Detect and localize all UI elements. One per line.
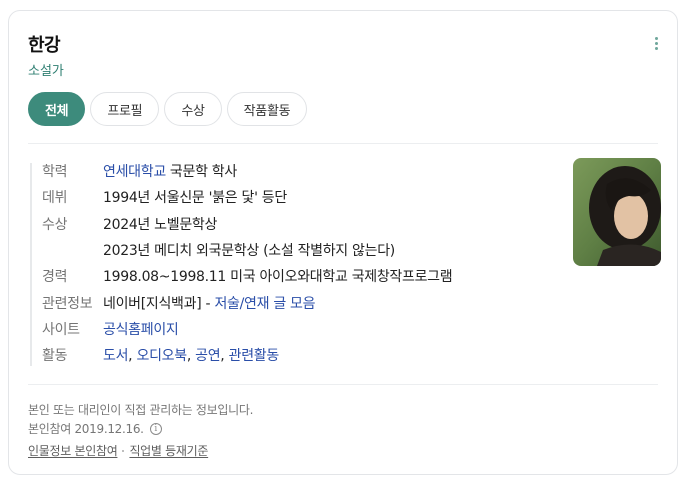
tab-works[interactable]: 작품활동 <box>226 92 308 126</box>
info-row-awards-2: 2023년 메디치 외국문학상 (소설 작별하지 않는다) <box>42 237 452 263</box>
info-label: 관련정보 <box>42 295 93 312</box>
divider <box>28 384 658 385</box>
homepage-link[interactable]: 공식홈페이지 <box>103 319 179 339</box>
related-activity-link[interactable]: 관련활동 <box>229 348 280 364</box>
info-label: 경력 <box>42 269 68 286</box>
performance-link[interactable]: 공연 <box>195 348 220 364</box>
info-row-career: 경력 1998.08~1998.11 미국 아이오와대학교 국제창작프로그램 <box>42 263 453 289</box>
info-label: 수상 <box>42 216 68 233</box>
separator-dot <box>122 449 125 452</box>
profile-photo[interactable] <box>573 158 661 266</box>
info-label: 데뷔 <box>42 190 68 207</box>
info-row-awards: 수상 2024년 노벨문학상 <box>42 211 452 237</box>
info-row-activity: 활동 도서, 오디오북, 공연, 관련활동 <box>42 342 452 368</box>
footer-links: 인물정보 본인참여 직업별 등재기준 <box>28 442 208 459</box>
tab-bar: 전체 프로필 수상 작품활동 <box>28 92 308 126</box>
writings-link[interactable]: 저술/연재 글 모음 <box>214 296 315 312</box>
info-label: 학력 <box>42 164 68 181</box>
info-icon[interactable]: i <box>149 422 162 435</box>
award-text: 2024년 노벨문학상 <box>103 216 218 233</box>
university-link[interactable]: 연세대학교 <box>103 164 166 180</box>
info-left-rule <box>30 163 32 366</box>
info-label: 사이트 <box>42 321 80 338</box>
self-participation-link[interactable]: 인물정보 본인참여 <box>28 442 118 459</box>
debut-text: 1994년 서울신문 '붉은 닻' 등단 <box>103 190 287 207</box>
info-label: 활동 <box>42 348 68 365</box>
info-row-debut: 데뷔 1994년 서울신문 '붉은 닻' 등단 <box>42 184 452 210</box>
person-name[interactable]: 한강 <box>28 31 61 57</box>
tab-all[interactable]: 전체 <box>28 92 86 126</box>
info-row-education: 학력 연세대학교 국문학 학사 <box>42 158 452 184</box>
degree-text: 국문학 학사 <box>169 164 237 181</box>
related-source-text: 네이버[지식백과] - <box>103 295 215 312</box>
info-list: 학력 연세대학교 국문학 학사 데뷔 1994년 서울신문 '붉은 닻' 등단 수… <box>42 158 453 368</box>
award-text: 2023년 메디치 외국문학상 (소설 작별하지 않는다) <box>103 243 395 260</box>
verified-date: 본인참여 2019.12.16. <box>28 422 144 436</box>
divider <box>28 143 658 144</box>
audiobook-link[interactable]: 오디오북 <box>136 348 187 364</box>
career-text: 1998.08~1998.11 미국 아이오와대학교 국제창작프로그램 <box>103 269 453 286</box>
more-options-icon[interactable] <box>655 37 659 50</box>
info-row-related: 관련정보 네이버[지식백과] - 저술/연재 글 모음 <box>42 289 452 315</box>
person-occupation[interactable]: 소설가 <box>28 60 64 79</box>
managed-by-notice: 본인 또는 대리인이 직접 관리하는 정보입니다. <box>28 403 254 417</box>
books-link[interactable]: 도서 <box>103 348 128 364</box>
tab-profile[interactable]: 프로필 <box>90 92 160 126</box>
info-row-site: 사이트 공식홈페이지 <box>42 316 452 342</box>
person-info-card: 한강 소설가 전체 프로필 수상 작품활동 학력 연세대학교 국문학 학사 데뷔 … <box>8 10 678 475</box>
tab-awards[interactable]: 수상 <box>164 92 222 126</box>
verification-row: 본인참여 2019.12.16. i <box>28 420 162 437</box>
listing-criteria-link[interactable]: 직업별 등재기준 <box>129 442 208 459</box>
